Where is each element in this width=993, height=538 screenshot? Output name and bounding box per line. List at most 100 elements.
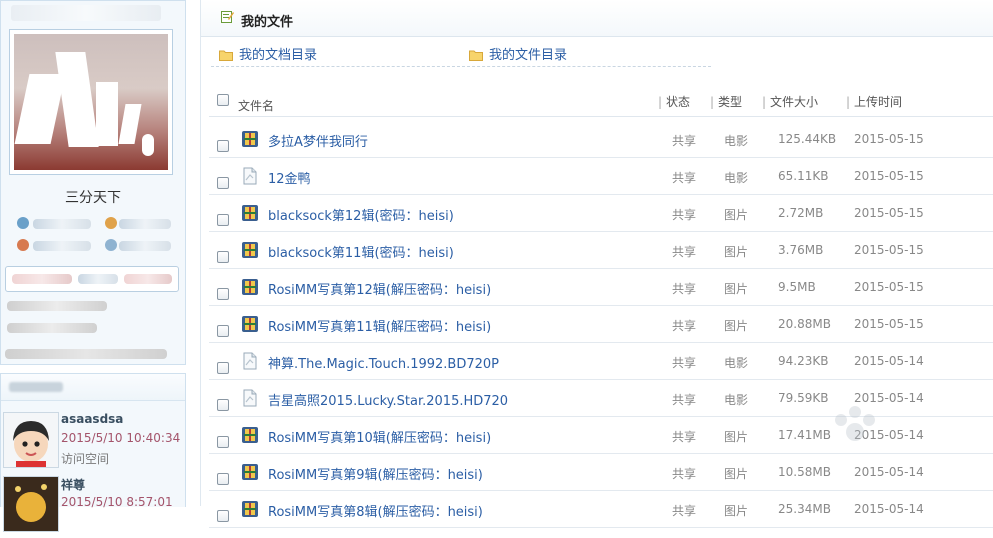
column-header-date[interactable]: | 上传时间 [846, 93, 902, 110]
file-size: 10.58MB [778, 465, 831, 479]
row-checkbox[interactable] [217, 177, 229, 189]
sidebar-link-icon [17, 239, 29, 251]
file-date: 2015-05-15 [854, 132, 924, 146]
column-header-name[interactable]: 文件名 [238, 97, 274, 114]
file-date: 2015-05-15 [854, 206, 924, 220]
file-size: 17.41MB [778, 428, 831, 442]
row-checkbox[interactable] [217, 140, 229, 152]
file-date: 2015-05-14 [854, 354, 924, 368]
file-name-link[interactable]: 12金鸭 [268, 168, 311, 187]
file-name-link[interactable]: RosiMM写真第8辑(解压密码：heisi) [268, 501, 483, 520]
file-status: 共享 [672, 356, 697, 370]
file-size: 3.76MB [778, 243, 824, 257]
file-name-link[interactable]: blacksock第12辑(密码：heisi) [268, 205, 454, 224]
file-list: 多拉A梦伴我同行 共享 电影 125.44KB 2015-05-15 12金鸭 … [209, 121, 993, 528]
obscured-text [119, 241, 171, 251]
file-name-link[interactable]: RosiMM写真第10辑(解压密码：heisi) [268, 427, 491, 446]
file-size: 20.88MB [778, 317, 831, 331]
file-date: 2015-05-14 [854, 465, 924, 479]
document-file-icon [243, 352, 257, 370]
file-type: 图片 [724, 282, 749, 296]
row-checkbox[interactable] [217, 436, 229, 448]
file-date: 2015-05-14 [854, 502, 924, 516]
folder-link-files[interactable]: 我的文件目录 [469, 44, 567, 63]
folder-link-documents[interactable]: 我的文档目录 [219, 44, 317, 63]
select-all-checkbox[interactable] [217, 94, 229, 106]
table-row[interactable]: RosiMM写真第8辑(解压密码：heisi) 共享 图片 25.34MB 20… [209, 491, 993, 528]
archive-file-icon [242, 501, 258, 517]
file-name-link[interactable]: 吉星高照2015.Lucky.Star.2015.HD720 [268, 390, 508, 409]
file-type: 电影 [724, 171, 749, 185]
file-status: 共享 [672, 282, 697, 296]
file-type: 图片 [724, 319, 749, 333]
column-header-status[interactable]: | 状态 [658, 93, 690, 110]
file-list-header: 文件名 | 状态 | 类型 | 文件大小 | 上传时间 [209, 82, 993, 117]
table-row[interactable]: 神算.The.Magic.Touch.1992.BD720P 共享 电影 94.… [209, 343, 993, 380]
table-row[interactable]: RosiMM写真第11辑(解压密码：heisi) 共享 图片 20.88MB 2… [209, 306, 993, 343]
table-row[interactable]: RosiMM写真第12辑(解压密码：heisi) 共享 图片 9.5MB 201… [209, 269, 993, 306]
file-status: 共享 [672, 245, 697, 259]
visitor-avatar[interactable] [3, 476, 59, 532]
table-row[interactable]: 吉星高照2015.Lucky.Star.2015.HD720 共享 电影 79.… [209, 380, 993, 417]
obscured-text [119, 219, 171, 229]
row-checkbox[interactable] [217, 288, 229, 300]
table-row[interactable]: RosiMM写真第9辑(解压密码：heisi) 共享 图片 10.58MB 20… [209, 454, 993, 491]
table-row[interactable]: RosiMM写真第10辑(解压密码：heisi) 共享 图片 17.41MB 2… [209, 417, 993, 454]
file-status: 共享 [672, 467, 697, 481]
visitor-item[interactable]: 祥尊 2015/5/10 8:57:01 [3, 474, 183, 538]
table-row[interactable]: 12金鸭 共享 电影 65.11KB 2015-05-15 [209, 158, 993, 195]
row-checkbox[interactable] [217, 473, 229, 485]
row-checkbox[interactable] [217, 214, 229, 226]
row-checkbox[interactable] [217, 399, 229, 411]
row-checkbox[interactable] [217, 325, 229, 337]
file-type: 图片 [724, 430, 749, 444]
file-name-link[interactable]: 多拉A梦伴我同行 [268, 131, 368, 150]
file-name-link[interactable]: blacksock第11辑(密码：heisi) [268, 242, 454, 261]
obscured-username [11, 5, 161, 21]
table-row[interactable]: blacksock第11辑(密码：heisi) 共享 图片 3.76MB 201… [209, 232, 993, 269]
column-header-type[interactable]: | 类型 [710, 93, 742, 110]
file-size: 79.59KB [778, 391, 829, 405]
visitor-avatar[interactable] [3, 412, 59, 468]
main-content: 我的文件 我的文档目录 我的文件目录 文件名 | 状态 | 类型 | 文件大小 | 上传… [200, 0, 993, 528]
archive-file-icon [242, 205, 258, 221]
row-checkbox[interactable] [217, 510, 229, 522]
folder-icon [219, 50, 233, 61]
file-size: 94.23KB [778, 354, 829, 368]
column-header-size[interactable]: | 文件大小 [762, 93, 818, 110]
file-name-link[interactable]: RosiMM写真第9辑(解压密码：heisi) [268, 464, 483, 483]
recent-visitors-panel: asaasdsa 2015/5/10 10:40:34 访问空间 祥尊 2015… [0, 373, 186, 532]
sidebar-link-icon [105, 217, 117, 229]
row-checkbox[interactable] [217, 251, 229, 263]
sidebar-link-icon [17, 217, 29, 229]
file-name-link[interactable]: 神算.The.Magic.Touch.1992.BD720P [268, 353, 499, 372]
file-name-link[interactable]: RosiMM写真第12辑(解压密码：heisi) [268, 279, 491, 298]
visitor-name[interactable]: asaasdsa [61, 412, 123, 426]
archive-file-icon [242, 464, 258, 480]
obscured-text [33, 241, 91, 251]
visitor-panel-header [1, 374, 185, 401]
archive-file-icon [242, 242, 258, 258]
visitor-name[interactable]: 祥尊 [61, 476, 85, 493]
profile-name[interactable]: 三分天下 [1, 187, 185, 207]
main-title-bar: 我的文件 [201, 0, 993, 37]
file-status: 共享 [672, 319, 697, 333]
folder-icon [469, 50, 483, 61]
obscured-text [7, 323, 97, 333]
avatar[interactable] [9, 29, 173, 175]
table-row[interactable]: blacksock第12辑(密码：heisi) 共享 图片 2.72MB 201… [209, 195, 993, 232]
table-row[interactable]: 多拉A梦伴我同行 共享 电影 125.44KB 2015-05-15 [209, 121, 993, 158]
visitor-item[interactable]: asaasdsa 2015/5/10 10:40:34 访问空间 [3, 410, 183, 474]
file-size: 9.5MB [778, 280, 816, 294]
file-status: 共享 [672, 134, 697, 148]
file-type: 电影 [724, 134, 749, 148]
divider [211, 66, 711, 67]
file-type: 图片 [724, 208, 749, 222]
file-type: 图片 [724, 467, 749, 481]
file-name-link[interactable]: RosiMM写真第11辑(解压密码：heisi) [268, 316, 491, 335]
row-checkbox[interactable] [217, 362, 229, 374]
file-date: 2015-05-15 [854, 280, 924, 294]
visit-time: 2015/5/10 10:40:34 [61, 431, 181, 445]
file-size: 2.72MB [778, 206, 824, 220]
file-type: 图片 [724, 245, 749, 259]
